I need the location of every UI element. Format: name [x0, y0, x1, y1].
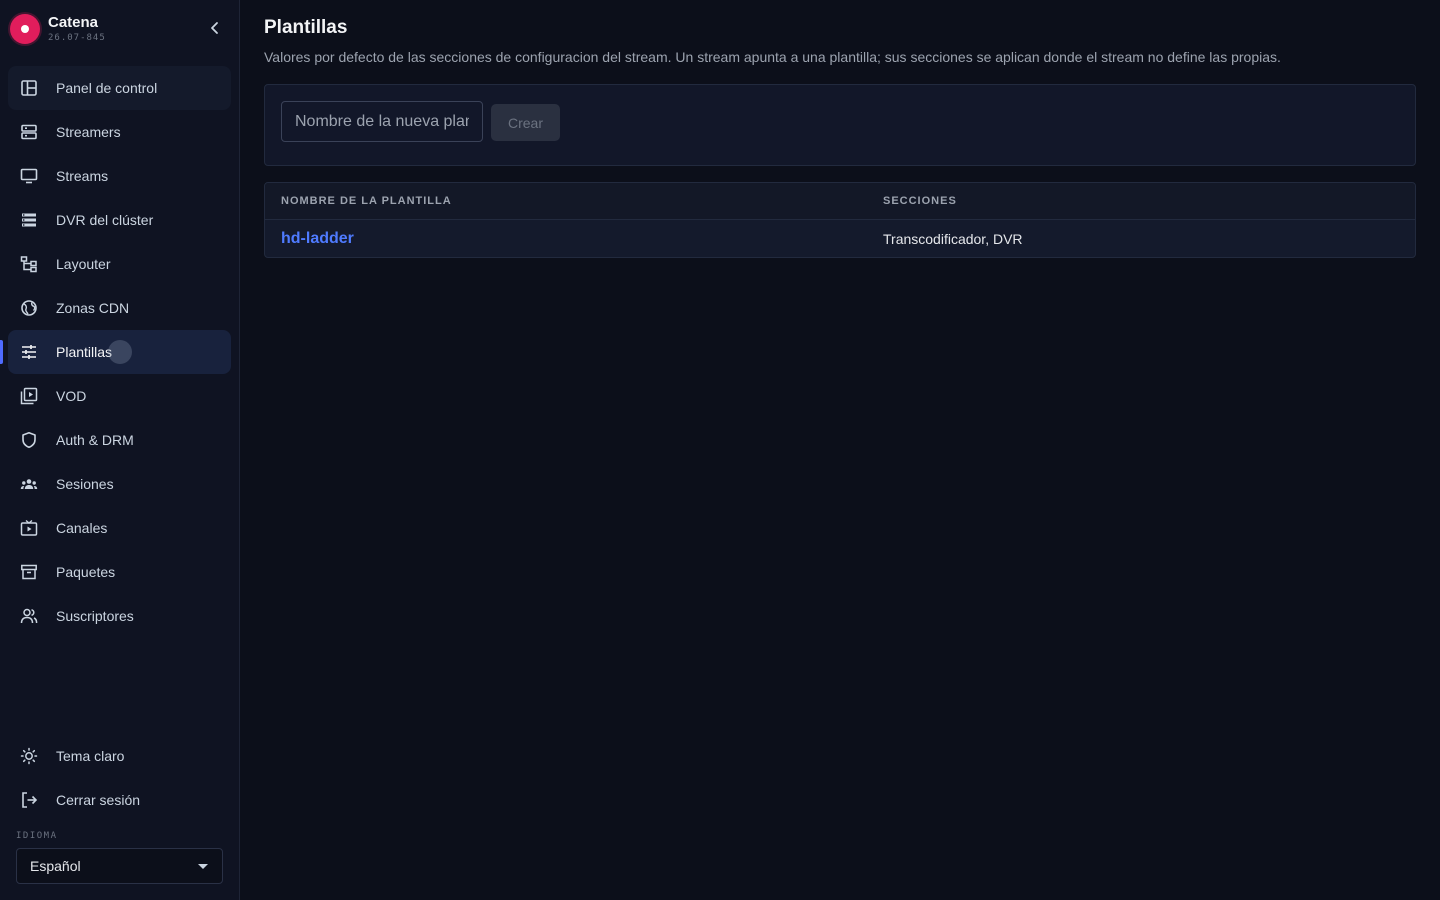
sidebar-item-label: Plantillas: [56, 344, 113, 360]
archive-icon: [20, 563, 38, 581]
sidebar-item-cdn[interactable]: Zonas CDN: [8, 286, 231, 330]
brand-version: 26.07-845: [48, 33, 106, 43]
sidebar-item-label: Streams: [56, 168, 109, 184]
page-title: Plantillas: [264, 17, 348, 38]
logout-icon: [20, 791, 38, 809]
video-library-icon: [20, 387, 38, 405]
sidebar-item-paquetes[interactable]: Paquetes: [8, 550, 231, 594]
sidebar-item-label: Suscriptores: [56, 608, 134, 624]
sidebar-nav: Panel de control Streamers Streams DVR d…: [0, 66, 231, 638]
column-header-sections: SECCIONES: [883, 195, 957, 207]
sidebar-item-label: Streamers: [56, 124, 121, 140]
sidebar-item-label: VOD: [56, 388, 87, 404]
theme-toggle[interactable]: Tema claro: [8, 734, 231, 778]
sliders-icon: [20, 343, 38, 361]
brand: Catena 26.07-845: [10, 12, 230, 46]
create-template-card: Crear: [264, 84, 1416, 166]
sidebar-item-label: DVR del clúster: [56, 212, 154, 228]
language-label: IDIOMA: [16, 831, 58, 841]
logout-label: Cerrar sesión: [56, 792, 141, 808]
column-header-name: NOMBRE DE LA PLANTILLA: [281, 195, 452, 207]
sidebar-item-dvr[interactable]: DVR del clúster: [8, 198, 231, 242]
create-button[interactable]: Crear: [491, 104, 560, 141]
template-name-input[interactable]: [281, 101, 483, 142]
sidebar-item-label: Canales: [56, 520, 108, 536]
sidebar: Catena 26.07-845 Panel de control Stream…: [0, 0, 240, 900]
template-sections: Transcodificador, DVR: [883, 231, 1023, 247]
click-ripple: [108, 340, 132, 364]
sidebar-item-panel[interactable]: Panel de control: [8, 66, 231, 110]
language-select[interactable]: Español: [16, 848, 223, 884]
sidebar-item-sesiones[interactable]: Sesiones: [8, 462, 231, 506]
layout-tree-icon: [20, 255, 38, 273]
chevron-left-icon: [211, 22, 218, 34]
monitor-icon: [20, 167, 38, 185]
main-content: Plantillas Valores por defecto de las se…: [240, 0, 1440, 900]
stack-icon: [20, 211, 38, 229]
dashboard-icon: [20, 79, 38, 97]
sidebar-item-streamers[interactable]: Streamers: [8, 110, 231, 154]
table-header: NOMBRE DE LA PLANTILLA SECCIONES: [265, 183, 1415, 220]
logout-button[interactable]: Cerrar sesión: [8, 778, 231, 822]
collapse-sidebar-button[interactable]: [205, 18, 225, 38]
sidebar-item-label: Zonas CDN: [56, 300, 130, 316]
shield-icon: [20, 431, 38, 449]
language-selected-value: Español: [30, 858, 81, 874]
page-description: Valores por defecto de las secciones de …: [264, 49, 1281, 65]
template-name-link[interactable]: hd-ladder: [281, 230, 354, 248]
sidebar-item-label: Sesiones: [56, 476, 114, 492]
table-row: hd-ladder Transcodificador, DVR: [265, 220, 1415, 257]
sidebar-item-streams[interactable]: Streams: [8, 154, 231, 198]
theme-toggle-label: Tema claro: [56, 748, 125, 764]
caret-down-icon: [198, 864, 208, 869]
sidebar-item-label: Paquetes: [56, 564, 116, 580]
sun-icon: [20, 747, 38, 765]
group-icon: [20, 475, 38, 493]
sidebar-item-plantillas[interactable]: Plantillas: [0, 330, 231, 374]
users-icon: [20, 607, 38, 625]
brand-name: Catena: [48, 14, 99, 31]
globe-icon: [20, 299, 38, 317]
sidebar-item-auth[interactable]: Auth & DRM: [8, 418, 231, 462]
brand-logo: [10, 14, 40, 44]
app-root: Catena 26.07-845 Panel de control Stream…: [0, 0, 1440, 900]
sidebar-item-vod[interactable]: VOD: [8, 374, 231, 418]
sidebar-item-label: Layouter: [56, 256, 111, 272]
sidebar-item-layouter[interactable]: Layouter: [8, 242, 231, 286]
sidebar-bottom: Tema claro Cerrar sesión: [8, 734, 231, 822]
templates-table: NOMBRE DE LA PLANTILLA SECCIONES hd-ladd…: [264, 182, 1416, 258]
server-icon: [20, 123, 38, 141]
sidebar-item-label: Panel de control: [56, 80, 158, 96]
sidebar-item-label: Auth & DRM: [56, 432, 134, 448]
tv-play-icon: [20, 519, 38, 537]
sidebar-item-canales[interactable]: Canales: [8, 506, 231, 550]
sidebar-item-suscriptores[interactable]: Suscriptores: [8, 594, 231, 638]
